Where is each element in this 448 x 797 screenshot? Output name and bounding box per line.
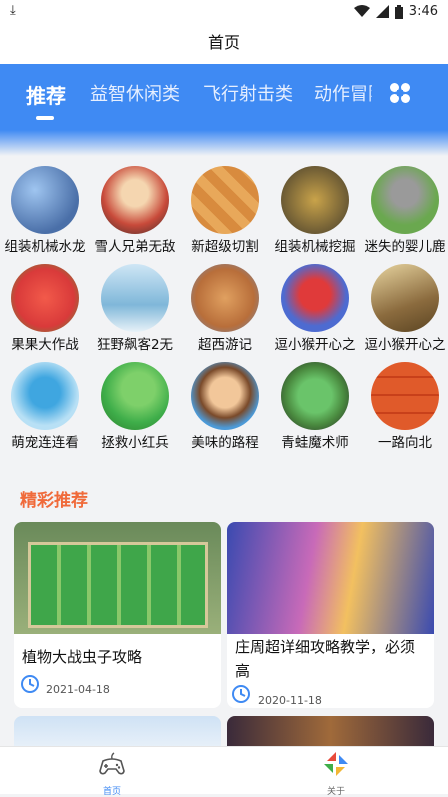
game-item[interactable]: 组装机械挖掘 bbox=[270, 156, 360, 255]
status-bar: ⤓ 3:46 bbox=[0, 0, 448, 24]
game-thumbnail bbox=[281, 264, 349, 332]
game-item[interactable]: 萌宠连连看 bbox=[0, 352, 90, 451]
signal-icon bbox=[375, 5, 389, 18]
game-thumbnail bbox=[11, 264, 79, 332]
game-thumbnail bbox=[191, 264, 259, 332]
gamepad-icon bbox=[99, 752, 125, 775]
game-thumbnail bbox=[11, 166, 79, 234]
game-title: 美味的路程 bbox=[191, 435, 259, 451]
nav-about[interactable]: 关于 bbox=[296, 749, 376, 797]
game-thumbnail bbox=[281, 166, 349, 234]
game-thumbnail bbox=[101, 362, 169, 430]
game-thumbnail bbox=[371, 264, 439, 332]
tab-flight-shooting[interactable]: 飞行射击类 bbox=[203, 80, 293, 106]
game-item[interactable]: 组装机械水龙 bbox=[0, 156, 90, 255]
page-title: 首页 bbox=[207, 33, 240, 52]
game-thumbnail bbox=[191, 166, 259, 234]
article-title-line2: 高 bbox=[235, 662, 251, 680]
game-thumbnail bbox=[371, 362, 439, 430]
category-grid-icon[interactable] bbox=[389, 82, 411, 104]
article-date: 2021-04-18 bbox=[46, 683, 110, 696]
game-grid: 组装机械水龙 雪人兄弟无敌 新超级切割 组装机械挖掘 迷失的婴儿鹿 果果大作战 … bbox=[0, 156, 448, 456]
section-title: 精彩推荐 bbox=[20, 491, 88, 511]
game-title: 超西游记 bbox=[198, 337, 252, 353]
game-thumbnail bbox=[371, 166, 439, 234]
game-title: 新超级切割 bbox=[191, 239, 259, 255]
article-card[interactable]: 庄周超详细攻略教学，必须 高 2020-11-18 bbox=[227, 522, 434, 708]
app-logo-icon bbox=[324, 752, 348, 776]
game-thumbnail bbox=[191, 362, 259, 430]
game-thumbnail bbox=[101, 166, 169, 234]
article-title: 植物大战虫子攻略 bbox=[22, 648, 143, 666]
download-icon: ⤓ bbox=[10, 3, 16, 18]
article-card[interactable]: 植物大战虫子攻略 2021-04-18 bbox=[14, 522, 221, 708]
game-thumbnail bbox=[101, 264, 169, 332]
tab-action-adventure[interactable]: 动作冒险 bbox=[314, 80, 372, 106]
bottom-navigation: 首页 关于 bbox=[0, 746, 448, 797]
game-title: 一路向北 bbox=[378, 435, 432, 451]
game-item[interactable]: 美味的路程 bbox=[180, 352, 270, 451]
status-time: 3:46 bbox=[408, 4, 438, 19]
game-title: 狂野飙客2无 bbox=[96, 337, 174, 353]
title-bar: 首页 bbox=[0, 24, 448, 64]
game-title: 逗小猴开心之 bbox=[364, 337, 446, 353]
game-thumbnail bbox=[11, 362, 79, 430]
game-title: 青蛙魔术师 bbox=[281, 435, 349, 451]
game-title: 组装机械水龙 bbox=[4, 239, 86, 255]
game-title: 果果大作战 bbox=[11, 337, 79, 353]
nav-about-label: 关于 bbox=[326, 787, 345, 797]
nav-home-label: 首页 bbox=[102, 787, 121, 797]
article-title-line1: 庄周超详细攻略教学，必须 bbox=[235, 638, 416, 656]
game-thumbnail bbox=[281, 362, 349, 430]
nav-home[interactable]: 首页 bbox=[72, 749, 152, 797]
header-gradient bbox=[0, 130, 448, 156]
tab-puzzle-casual[interactable]: 益智休闲类 bbox=[90, 80, 180, 106]
battery-icon bbox=[394, 4, 403, 19]
game-title: 组装机械挖掘 bbox=[274, 239, 356, 255]
game-item[interactable]: 迷失的婴儿鹿 bbox=[360, 156, 448, 255]
game-title: 迷失的婴儿鹿 bbox=[364, 239, 446, 255]
game-item[interactable]: 雪人兄弟无敌 bbox=[90, 156, 180, 255]
category-tabs: 推荐 益智休闲类 飞行射击类 动作冒险 bbox=[0, 64, 448, 130]
game-title: 拯救小红兵 bbox=[101, 435, 169, 451]
game-item[interactable]: 新超级切割 bbox=[180, 156, 270, 255]
game-title: 萌宠连连看 bbox=[11, 435, 79, 451]
game-item[interactable]: 狂野飙客2无 bbox=[90, 254, 180, 353]
game-item[interactable]: 果果大作战 bbox=[0, 254, 90, 353]
article-date: 2020-11-18 bbox=[258, 694, 322, 707]
game-item[interactable]: 拯救小红兵 bbox=[90, 352, 180, 451]
tab-recommended[interactable]: 推荐 bbox=[26, 80, 66, 109]
game-item[interactable]: 青蛙魔术师 bbox=[270, 352, 360, 451]
game-title: 逗小猴开心之 bbox=[274, 337, 356, 353]
game-item[interactable]: 逗小猴开心之 bbox=[270, 254, 360, 353]
game-item[interactable]: 一路向北 bbox=[360, 352, 448, 451]
clock-icon bbox=[232, 685, 250, 703]
game-item[interactable]: 超西游记 bbox=[180, 254, 270, 353]
article-thumbnail bbox=[14, 522, 221, 634]
tab-indicator bbox=[36, 116, 54, 120]
wifi-icon bbox=[353, 5, 370, 17]
game-title: 雪人兄弟无敌 bbox=[94, 239, 176, 255]
article-thumbnail bbox=[227, 522, 434, 634]
game-item[interactable]: 逗小猴开心之 bbox=[360, 254, 448, 353]
clock-icon bbox=[21, 675, 39, 693]
